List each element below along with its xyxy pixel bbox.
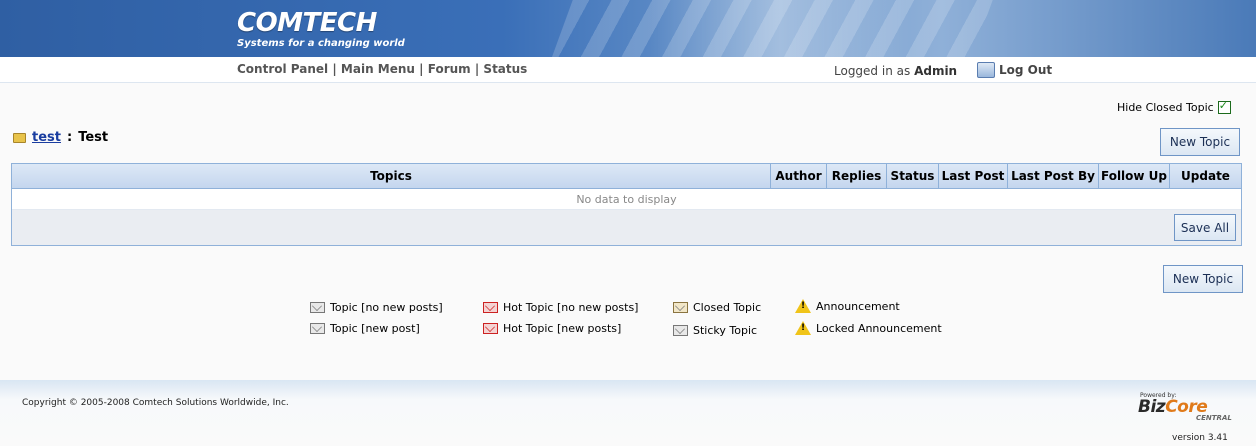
col-last-post-by[interactable]: Last Post By xyxy=(1008,164,1099,188)
col-status[interactable]: Status xyxy=(887,164,939,188)
grid-footer xyxy=(12,210,1241,245)
new-topic-button-bottom[interactable]: New Topic xyxy=(1163,265,1243,293)
grid-empty-message: No data to display xyxy=(12,189,1241,210)
nav-control-panel[interactable]: Control Panel xyxy=(237,62,328,76)
legend-label: Topic [no new posts] xyxy=(330,301,443,314)
legend-label: Announcement xyxy=(816,299,900,313)
breadcrumb: test : Test xyxy=(13,130,108,145)
nav-bar xyxy=(0,57,1256,83)
hide-closed-label: Hide Closed Topic xyxy=(1117,101,1214,114)
legend-label: Closed Topic xyxy=(693,301,762,314)
col-topics[interactable]: Topics xyxy=(12,164,771,188)
hide-closed-checkbox[interactable] xyxy=(1217,99,1231,114)
username: Admin xyxy=(914,64,958,78)
legend-locked-announcement: Locked Announcement xyxy=(795,321,942,335)
breadcrumb-link-test[interactable]: test xyxy=(32,130,61,145)
breadcrumb-sep: : xyxy=(66,130,73,145)
logout-link[interactable]: Log Out xyxy=(977,62,1052,78)
login-status: Logged in as Admin xyxy=(834,64,957,78)
nav-separator: | xyxy=(419,62,424,76)
bizcore-biz: Biz xyxy=(1138,397,1166,417)
col-follow-up[interactable]: Follow Up xyxy=(1099,164,1170,188)
tagline: Systems for a changing world xyxy=(237,38,405,49)
bizcore-central: CENTRAL xyxy=(1196,414,1232,422)
legend-label: Topic [new post] xyxy=(330,322,420,335)
nav-main-menu[interactable]: Main Menu xyxy=(341,62,415,76)
col-author[interactable]: Author xyxy=(771,164,827,188)
legend-topic-no-new: Topic [no new posts] xyxy=(310,301,443,314)
breadcrumb-current: Test xyxy=(78,130,109,145)
col-last-post[interactable]: Last Post xyxy=(939,164,1008,188)
legend-label: Locked Announcement xyxy=(816,321,942,335)
warning-icon xyxy=(795,299,811,313)
nav-separator: | xyxy=(474,62,480,76)
hot-envelope-open-icon xyxy=(483,323,498,334)
save-all-button[interactable]: Save All xyxy=(1174,214,1236,241)
envelope-icon xyxy=(310,302,325,313)
legend-announcement: Announcement xyxy=(795,299,900,313)
nav-forum[interactable]: Forum xyxy=(428,62,471,76)
copyright: Copyright © 2005-2008 Comtech Solutions … xyxy=(22,398,289,408)
legend-closed: Closed Topic xyxy=(673,301,761,314)
header-banner xyxy=(0,0,1256,57)
legend-label: Sticky Topic xyxy=(693,324,758,337)
legend-topic-new: Topic [new post] xyxy=(310,322,420,335)
hide-closed-toggle: Hide Closed Topic xyxy=(1117,99,1231,114)
main-nav: Control Panel | Main Menu | Forum | Stat… xyxy=(237,62,527,76)
legend-hot-no-new: Hot Topic [no new posts] xyxy=(483,301,638,314)
comtech-logo: COMTECH xyxy=(237,8,377,38)
footer xyxy=(0,380,1256,446)
col-replies[interactable]: Replies xyxy=(827,164,887,188)
topics-grid: Topics Author Replies Status Last Post L… xyxy=(11,163,1242,246)
logout-icon xyxy=(977,62,995,78)
sticky-envelope-icon xyxy=(673,325,688,336)
col-update[interactable]: Update xyxy=(1170,164,1241,188)
login-prefix: Logged in as xyxy=(834,64,911,78)
nav-status[interactable]: Status xyxy=(483,62,527,76)
legend-label: Hot Topic [no new posts] xyxy=(503,301,639,314)
folder-icon xyxy=(13,132,26,143)
logout-label: Log Out xyxy=(999,63,1053,77)
legend-hot-new: Hot Topic [new posts] xyxy=(483,322,621,335)
envelope-open-icon xyxy=(310,323,325,334)
nav-separator: | xyxy=(332,62,337,76)
hot-envelope-icon xyxy=(483,302,498,313)
version: version 3.41 xyxy=(1172,433,1228,443)
legend-sticky: Sticky Topic xyxy=(673,324,757,337)
new-topic-button-top[interactable]: New Topic xyxy=(1160,128,1240,156)
grid-header: Topics Author Replies Status Last Post L… xyxy=(12,164,1241,189)
locked-warning-icon xyxy=(795,321,811,335)
closed-envelope-icon xyxy=(673,302,688,313)
legend-label: Hot Topic [new posts] xyxy=(503,322,622,335)
banner-glow xyxy=(650,0,910,57)
